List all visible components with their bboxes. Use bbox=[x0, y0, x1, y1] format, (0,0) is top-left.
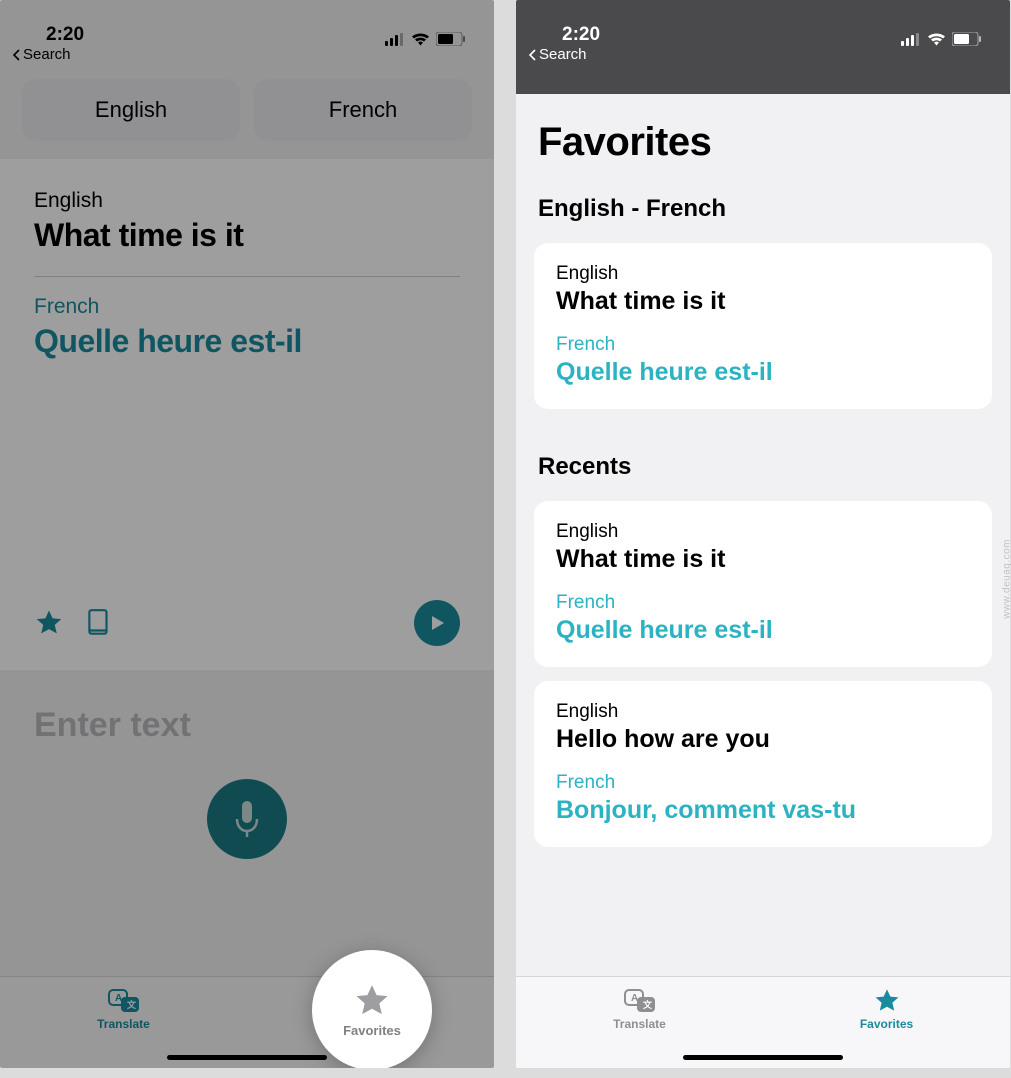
status-bar: 2:20 bbox=[516, 0, 1010, 48]
status-time: 2:20 bbox=[46, 24, 84, 46]
recents-heading: Recents bbox=[516, 423, 1010, 493]
back-chevron-icon bbox=[12, 49, 21, 61]
back-label: Search bbox=[539, 46, 587, 63]
text-input-area: Enter text bbox=[0, 670, 494, 869]
book-icon bbox=[86, 608, 112, 638]
highlight-favorites-tab: Favorites bbox=[312, 950, 432, 1068]
target-language-label: French bbox=[556, 772, 970, 794]
battery-icon bbox=[952, 32, 982, 46]
wifi-icon bbox=[411, 32, 430, 46]
back-to-search[interactable]: Search bbox=[516, 46, 1010, 63]
translation-card: English What time is it French Quelle he… bbox=[0, 159, 494, 670]
language-pair-heading: English - French bbox=[516, 165, 1010, 235]
home-indicator[interactable] bbox=[167, 1055, 327, 1060]
status-region-dark: 2:20 Search bbox=[516, 0, 1010, 94]
favorite-star-button[interactable] bbox=[34, 608, 64, 638]
target-language-label: French bbox=[556, 334, 970, 356]
source-language-label: English bbox=[556, 263, 970, 285]
source-text: What time is it bbox=[34, 217, 460, 254]
svg-text:A: A bbox=[115, 993, 122, 1004]
back-to-search[interactable]: Search bbox=[0, 46, 494, 63]
phone-left-translate: 2:20 Search English French English What … bbox=[0, 0, 494, 1068]
translate-icon: A文 bbox=[623, 987, 657, 1015]
divider bbox=[34, 276, 460, 277]
translate-icon: A文 bbox=[107, 987, 141, 1015]
play-audio-button[interactable] bbox=[414, 600, 460, 646]
wifi-icon bbox=[927, 32, 946, 46]
source-text: What time is it bbox=[556, 545, 970, 574]
language-picker-row: English French bbox=[0, 69, 494, 159]
source-language-label: English bbox=[556, 521, 970, 543]
svg-text:A: A bbox=[631, 993, 638, 1004]
watermark: www.deuaq.com bbox=[1002, 539, 1011, 619]
battery-icon bbox=[436, 32, 466, 46]
target-text: Quelle heure est-il bbox=[34, 323, 460, 360]
recent-item[interactable]: English Hello how are you French Bonjour… bbox=[534, 681, 992, 847]
status-indicators bbox=[385, 32, 466, 46]
target-text: Quelle heure est-il bbox=[556, 358, 970, 387]
star-icon bbox=[34, 608, 64, 638]
cellular-icon bbox=[385, 33, 405, 46]
source-language-picker[interactable]: English bbox=[22, 79, 240, 141]
target-text: Bonjour, comment vas-tu bbox=[556, 796, 970, 825]
tab-translate-label: Translate bbox=[97, 1017, 150, 1031]
source-text: Hello how are you bbox=[556, 725, 970, 754]
card-action-row bbox=[34, 600, 460, 646]
enter-text-placeholder[interactable]: Enter text bbox=[34, 706, 460, 745]
target-language-picker[interactable]: French bbox=[254, 79, 472, 141]
tab-bar: A文 Translate Favorites bbox=[516, 976, 1010, 1068]
target-language-label: French bbox=[34, 295, 460, 319]
target-text: Quelle heure est-il bbox=[556, 616, 970, 645]
source-language-label: English bbox=[556, 701, 970, 723]
recent-item[interactable]: English What time is it French Quelle he… bbox=[534, 501, 992, 667]
source-text: What time is it bbox=[556, 287, 970, 316]
highlight-label: Favorites bbox=[343, 1023, 401, 1038]
cellular-icon bbox=[901, 33, 921, 46]
dictionary-button[interactable] bbox=[86, 608, 112, 638]
favorite-item[interactable]: English What time is it French Quelle he… bbox=[534, 243, 992, 409]
status-time: 2:20 bbox=[562, 24, 600, 46]
status-bar: 2:20 bbox=[0, 0, 494, 48]
back-label: Search bbox=[23, 46, 71, 63]
microphone-icon bbox=[230, 797, 264, 841]
target-language-label: French bbox=[556, 592, 970, 614]
page-title: Favorites bbox=[516, 120, 1010, 165]
tab-translate-label: Translate bbox=[613, 1017, 666, 1031]
microphone-button[interactable] bbox=[207, 779, 287, 859]
favorites-sheet: Favorites English - French English What … bbox=[516, 94, 1010, 964]
home-indicator[interactable] bbox=[683, 1055, 843, 1060]
back-chevron-icon bbox=[528, 49, 537, 61]
source-language-label: English bbox=[34, 189, 460, 213]
svg-text:文: 文 bbox=[642, 999, 653, 1010]
star-icon bbox=[872, 987, 902, 1015]
svg-text:文: 文 bbox=[126, 999, 137, 1010]
play-icon bbox=[427, 613, 447, 633]
phone-right-favorites: 2:20 Search Favorites English - French E… bbox=[516, 0, 1010, 1068]
tab-favorites-label: Favorites bbox=[860, 1017, 913, 1031]
status-indicators bbox=[901, 32, 982, 46]
star-icon bbox=[352, 982, 392, 1020]
